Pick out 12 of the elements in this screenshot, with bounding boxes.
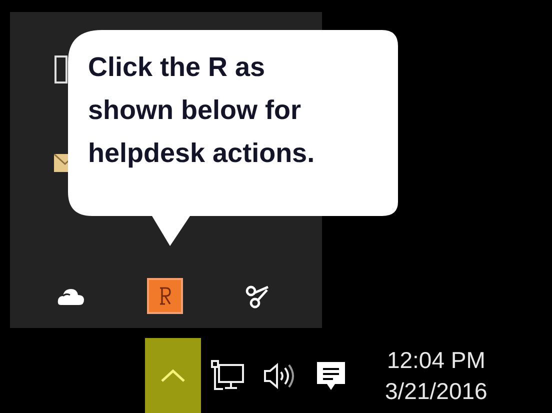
clock-date[interactable]: 3/21/2016 [385, 378, 488, 404]
notification-icon[interactable] [315, 360, 347, 392]
clock-time[interactable]: 12:04 PM [386, 346, 486, 374]
cloud-icon[interactable] [57, 286, 85, 306]
speaker-icon[interactable] [263, 360, 297, 390]
callout-text: Click the R as shown below for helpdesk actions. [88, 51, 315, 170]
battery-icon [54, 54, 68, 84]
r-app-icon[interactable] [147, 278, 183, 314]
envelope-icon [54, 154, 68, 172]
scissors-icon[interactable] [245, 283, 271, 310]
caret-up-icon [160, 368, 186, 382]
network-icon[interactable] [211, 358, 245, 392]
